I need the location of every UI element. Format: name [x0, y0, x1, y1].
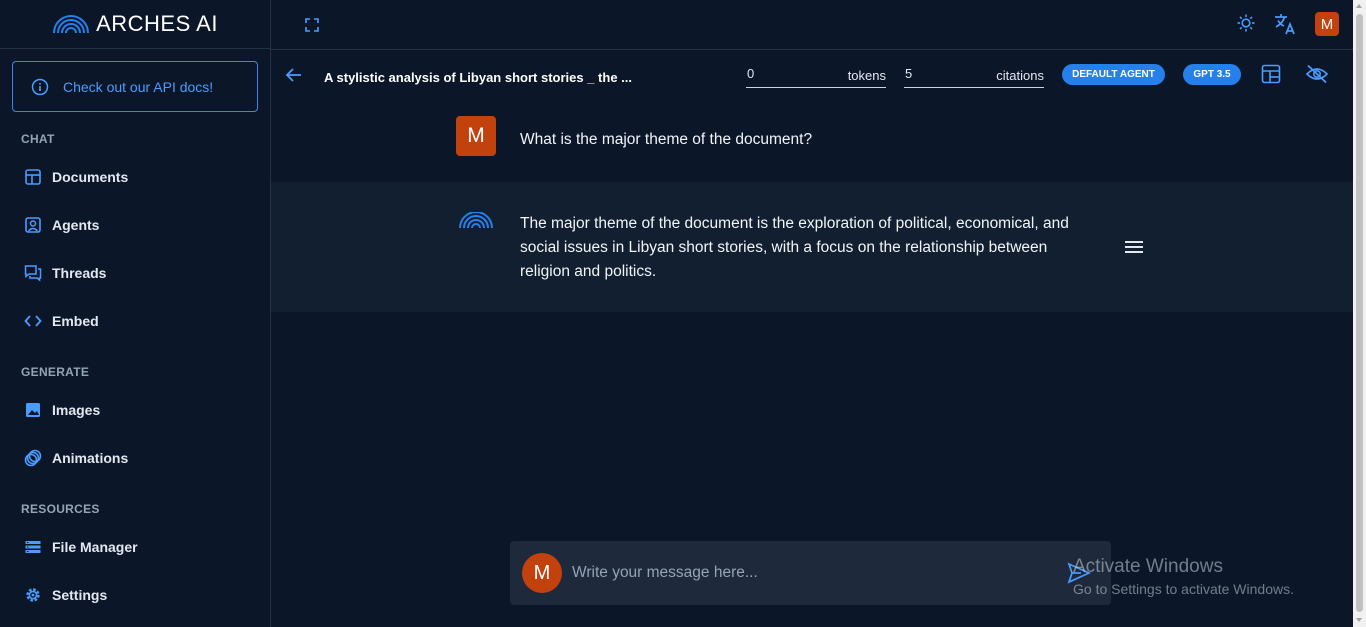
avatar-initial: M: [1315, 12, 1339, 36]
sidebar-item-agents[interactable]: Agents: [24, 213, 99, 237]
model-badge[interactable]: GPT 3.5: [1183, 64, 1241, 85]
code-icon: [24, 312, 42, 330]
user-avatar[interactable]: M: [1315, 12, 1339, 36]
fullscreen-icon[interactable]: [303, 16, 321, 34]
translate-icon[interactable]: [1273, 12, 1297, 36]
section-label-generate: GENERATE: [21, 365, 90, 379]
tokens-label: tokens: [847, 68, 886, 83]
citations-label: citations: [996, 68, 1044, 83]
sidebar-item-threads[interactable]: Threads: [24, 261, 106, 285]
citations-value: 5: [905, 66, 913, 81]
sidebar-item-file-manager[interactable]: File Manager: [24, 535, 138, 559]
sidebar-item-label: Agents: [52, 217, 100, 233]
sidebar-item-settings[interactable]: Settings: [24, 583, 107, 607]
composer-avatar: M: [522, 553, 562, 593]
sidebar-item-label: File Manager: [52, 539, 138, 555]
user-message: M What is the major theme of the documen…: [271, 100, 1353, 182]
scroll-thumb[interactable]: [1356, 14, 1363, 612]
agent-badge[interactable]: DEFAULT AGENT: [1062, 64, 1165, 85]
assistant-message-line: The major theme of the document is the e…: [520, 215, 1069, 232]
tokens-field[interactable]: 0 tokens: [746, 65, 886, 88]
animation-icon: [24, 449, 42, 467]
sidebar-item-images[interactable]: Images: [24, 398, 100, 422]
sidebar-item-label: Embed: [52, 313, 99, 329]
menu-icon[interactable]: [1124, 237, 1144, 257]
sidebar: ARCHES AI Check out our API docs! CHAT D…: [0, 0, 271, 627]
arches-logo-icon: [53, 15, 90, 34]
visibility-off-icon[interactable]: [1305, 63, 1329, 85]
section-label-resources: RESOURCES: [21, 502, 100, 516]
sidebar-item-documents[interactable]: Documents: [24, 165, 128, 189]
tokens-value: 0: [747, 66, 755, 81]
scroll-up-icon[interactable]: [1356, 4, 1362, 8]
page-scrollbar[interactable]: [1353, 0, 1366, 627]
assistant-avatar-icon: [459, 212, 493, 228]
thread-header: A stylistic analysis of Libyan short sto…: [271, 50, 1353, 100]
message-composer: M: [510, 541, 1111, 605]
sidebar-item-label: Images: [52, 402, 101, 418]
layout-panel-icon[interactable]: [1260, 63, 1282, 85]
agents-icon: [24, 216, 42, 234]
image-icon: [24, 401, 42, 419]
back-arrow-icon[interactable]: [284, 65, 304, 85]
info-icon: [31, 78, 49, 95]
brand-logo[interactable]: ARCHES AI: [0, 0, 270, 49]
activate-windows-subtitle: Go to Settings to activate Windows.: [1073, 581, 1294, 597]
document-title: A stylistic analysis of Libyan short sto…: [324, 70, 633, 85]
user-message-avatar: M: [456, 116, 496, 156]
activate-windows-title: Activate Windows: [1073, 556, 1223, 577]
assistant-message-line: social issues in Libyan short stories, w…: [520, 239, 1048, 256]
assistant-message-text: The major theme of the document is the e…: [520, 212, 1120, 284]
sidebar-item-label: Animations: [52, 450, 129, 466]
user-message-text: What is the major theme of the document?: [520, 131, 813, 148]
documents-icon: [24, 168, 42, 186]
threads-icon: [24, 264, 42, 282]
sidebar-item-label: Documents: [52, 169, 129, 185]
api-docs-text: Check out our API docs!: [63, 78, 214, 95]
message-input[interactable]: [572, 559, 1052, 587]
top-bar: M: [271, 0, 1353, 50]
gear-icon: [24, 586, 42, 604]
sidebar-item-animations[interactable]: Animations: [24, 446, 128, 470]
citations-field[interactable]: 5 citations: [904, 65, 1044, 88]
theme-toggle-icon[interactable]: [1236, 13, 1256, 33]
api-docs-link[interactable]: Check out our API docs!: [12, 61, 258, 112]
file-manager-icon: [24, 538, 42, 556]
sidebar-item-label: Threads: [52, 265, 107, 281]
assistant-message-line: religion and politics.: [520, 263, 657, 280]
brand-name: ARCHES AI: [96, 11, 218, 36]
sidebar-item-label: Settings: [52, 587, 108, 603]
scroll-down-icon[interactable]: [1356, 618, 1362, 622]
assistant-message: The major theme of the document is the e…: [271, 182, 1353, 312]
sidebar-item-embed[interactable]: Embed: [24, 309, 99, 333]
section-label-chat: CHAT: [21, 132, 55, 146]
